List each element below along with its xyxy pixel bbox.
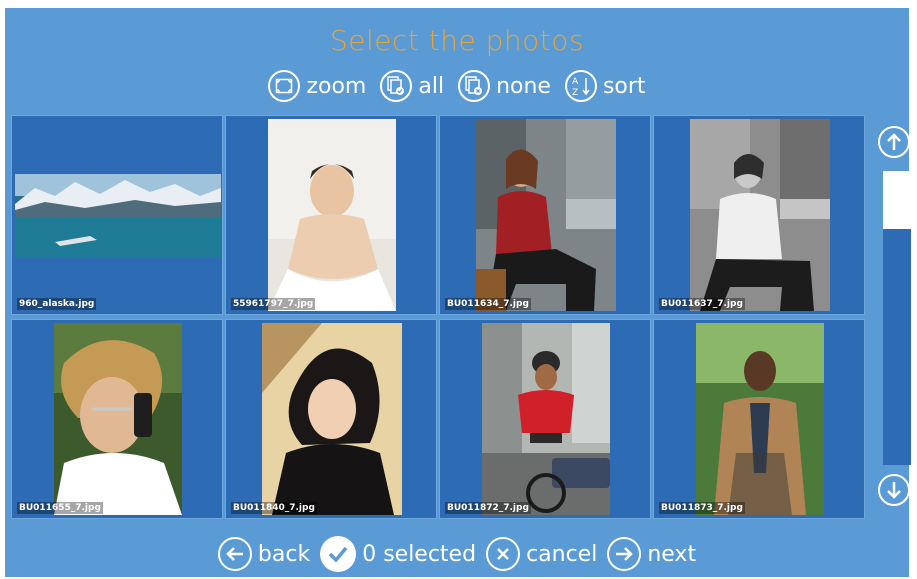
photo-filename: 960_alaska.jpg <box>17 298 97 310</box>
arrow-down-icon <box>887 482 901 499</box>
photo-filename: BU011840_7.jpg <box>231 502 317 514</box>
photo-tile[interactable]: BU011655_7.jpg <box>11 319 223 519</box>
scrollbar-track[interactable] <box>883 171 911 465</box>
next-label: next <box>647 541 697 567</box>
toolbar: zoom all none AZ sort <box>5 70 909 102</box>
select-all-icon <box>380 70 413 102</box>
cancel-button[interactable]: cancel <box>486 537 597 571</box>
arrow-left-icon <box>217 537 252 571</box>
photo-thumbnail <box>54 323 182 515</box>
select-none-button[interactable]: none <box>458 70 551 102</box>
photo-filename: BU011634_7.jpg <box>445 298 531 310</box>
scroll-up-button[interactable] <box>878 126 910 158</box>
sort-label: sort <box>602 73 646 99</box>
cancel-label: cancel <box>526 541 598 567</box>
svg-text:Z: Z <box>572 88 578 97</box>
select-all-button[interactable]: all <box>380 70 444 102</box>
photo-filename: BU011872_7.jpg <box>445 502 531 514</box>
arrow-right-icon <box>607 537 642 571</box>
back-label: back <box>257 541 311 567</box>
photo-thumbnail <box>690 119 830 311</box>
selected-count: 0 selected <box>320 536 476 572</box>
photo-picker-window: Select the photos zoom all none AZ sort <box>5 8 911 577</box>
bottom-bar: back 0 selected cancel next <box>5 536 909 572</box>
page-title: Select the photos <box>330 24 584 57</box>
svg-text:A: A <box>572 77 579 87</box>
close-icon <box>486 537 521 571</box>
photo-thumbnail <box>15 174 221 258</box>
photo-filename: 55961797_7.jpg <box>231 298 316 310</box>
photo-tile[interactable]: BU011634_7.jpg <box>439 115 651 315</box>
arrow-up-icon <box>887 133 901 150</box>
photo-filename: BU011873_7.jpg <box>659 502 745 514</box>
back-button[interactable]: back <box>217 537 311 571</box>
photo-tile[interactable]: 55961797_7.jpg <box>225 115 437 315</box>
scrollbar-thumb[interactable] <box>883 171 911 229</box>
scroll-down-button[interactable] <box>878 474 910 506</box>
zoom-icon <box>268 70 301 102</box>
checkmark-icon <box>320 536 357 572</box>
photo-tile[interactable]: BU011872_7.jpg <box>439 319 651 519</box>
photo-tile[interactable]: BU011637_7.jpg <box>653 115 865 315</box>
sort-az-icon: AZ <box>564 70 597 102</box>
photo-thumbnail <box>268 119 396 311</box>
select-none-icon <box>458 70 491 102</box>
selected-count-label: 0 selected <box>362 541 477 567</box>
photo-grid: 960_alaska.jpg 55961797_7.jpg BU011634_7… <box>11 115 867 521</box>
photo-filename: BU011655_7.jpg <box>17 502 103 514</box>
photo-tile[interactable]: 960_alaska.jpg <box>11 115 223 315</box>
photo-tile[interactable]: BU011840_7.jpg <box>225 319 437 519</box>
photo-thumbnail <box>476 119 616 311</box>
all-label: all <box>418 73 445 99</box>
photo-filename: BU011637_7.jpg <box>659 298 745 310</box>
zoom-label: zoom <box>306 73 367 99</box>
photo-thumbnail <box>696 323 824 515</box>
none-label: none <box>496 73 551 99</box>
next-button[interactable]: next <box>607 537 696 571</box>
zoom-button[interactable]: zoom <box>268 70 366 102</box>
photo-thumbnail <box>482 323 610 515</box>
photo-thumbnail <box>262 323 402 515</box>
sort-button[interactable]: AZ sort <box>564 70 646 102</box>
photo-tile[interactable]: BU011873_7.jpg <box>653 319 865 519</box>
